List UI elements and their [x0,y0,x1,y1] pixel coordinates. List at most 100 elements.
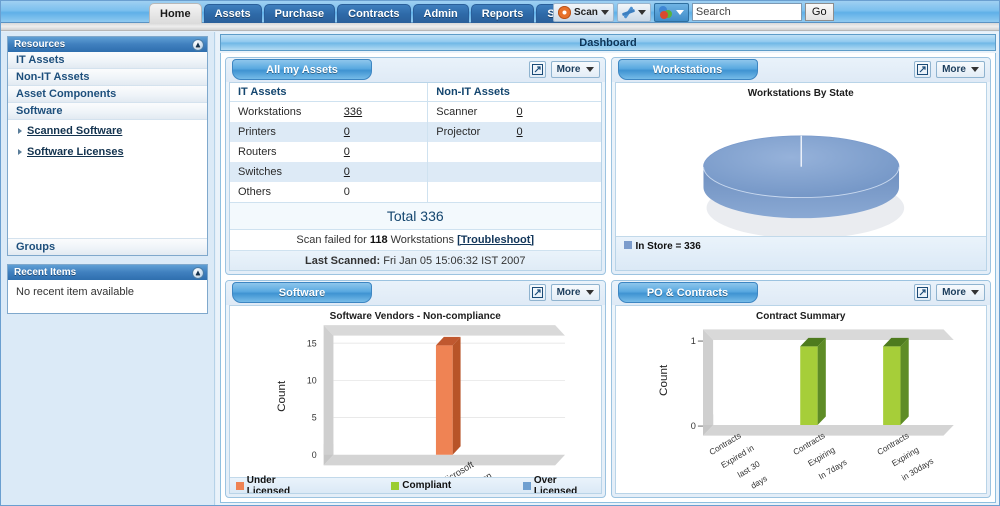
sidebar-item-software[interactable]: Software [8,103,207,120]
row-value: 336 [336,102,428,122]
collapse-icon[interactable]: ▲ [192,267,204,279]
svg-text:0: 0 [312,450,317,460]
chevron-down-icon [971,67,979,72]
last-scanned-value: Fri Jan 05 15:06:32 IST 2007 [383,255,525,267]
sidebar-item-label: IT Assets [16,54,65,66]
sidebar-item-it-assets[interactable]: IT Assets [8,52,207,69]
row-value [509,162,601,182]
legend-swatch [624,241,632,249]
scan-failed-row: Scan failed for 118 Workstations [Troubl… [230,230,601,251]
sidebar-item-label: Non-IT Assets [16,71,90,83]
last-scanned-label: Last Scanned: [305,255,380,267]
row-label: Others [230,182,336,202]
collapse-icon[interactable]: ▲ [192,39,204,51]
panel-po-contracts: PO & Contracts More [611,280,992,498]
popout-button[interactable] [529,284,546,301]
row-value: 0 [336,162,428,182]
chart-workstations-by-state: Workstations By State [616,83,987,270]
bar-chart-svg: 15 10 5 0 Count Microsoft [230,306,601,493]
row-value: 0 [336,182,428,202]
dashboard-body: All my Assets More [220,53,996,503]
left-sidebar: Resources ▲ IT Assets Non-IT Assets Asse… [1,32,215,505]
chevron-down-icon [601,10,609,15]
row-value: 0 [336,122,428,142]
tools-button[interactable] [617,3,651,22]
row-value-link[interactable]: 336 [344,106,362,118]
svg-text:days: days [748,473,768,491]
chart-software-vendors-noncompliance: Software Vendors - Non-compliance [230,306,601,493]
panel-title-software[interactable]: Software [232,282,372,303]
sidebar-item-groups[interactable]: Groups [8,238,207,255]
popout-icon [532,287,543,298]
search-input[interactable]: Search [692,3,802,21]
panel-title-label: PO & Contracts [647,287,728,299]
panel-title-po-contracts[interactable]: PO & Contracts [618,282,758,303]
panel-all-my-assets: All my Assets More [225,57,606,275]
table-row: Others 0 [230,182,601,202]
recent-items-title: Recent Items [14,267,76,278]
panel-header: Workstations More [612,58,991,82]
chevron-right-icon [18,128,22,134]
row-value-link[interactable]: 0 [517,106,523,118]
col-it-assets: IT Assets [230,83,428,102]
tab-home[interactable]: Home [149,3,202,23]
main-content: Dashboard All my Assets [216,32,999,505]
resources-portlet-header: Resources ▲ [8,37,207,52]
panel-title-label: Software [279,287,325,299]
sidebar-subitem-scanned-software[interactable]: Scanned Software [8,120,207,141]
chevron-down-icon [676,10,684,15]
tab-contracts[interactable]: Contracts [337,4,410,23]
row-label [428,182,509,202]
more-button[interactable]: More [936,61,985,78]
panel-content: Contract Summary 1 0 [615,305,988,494]
tab-assets[interactable]: Assets [204,4,262,23]
troubleshoot-link[interactable]: [Troubleshoot] [457,234,534,246]
popout-button[interactable] [529,61,546,78]
row-label: Switches [230,162,336,182]
row-value-link[interactable]: 0 [344,146,350,158]
scan-button[interactable]: Scan [553,3,614,22]
sidebar-item-label: Software [16,105,62,117]
search-go-button[interactable]: Go [805,3,834,21]
row-value-link[interactable]: 0 [517,126,523,138]
row-value [509,182,601,202]
chevron-down-icon [638,10,646,15]
tab-admin[interactable]: Admin [413,4,469,23]
sidebar-subitem-software-licenses[interactable]: Software Licenses [8,141,207,162]
tab-reports[interactable]: Reports [471,4,535,23]
legend-item-compliant: Compliant [391,480,451,491]
sidebar-item-asset-components[interactable]: Asset Components [8,86,207,103]
panel-content: Software Vendors - Non-compliance [229,305,602,494]
table-row: Routers 0 [230,142,601,162]
legend-label: Under Licensed [247,475,320,495]
chevron-right-icon [18,149,22,155]
panel-header: All my Assets More [226,58,605,82]
scan-button-label: Scan [574,7,598,18]
panel-actions: More [914,284,985,301]
modules-button[interactable] [654,3,689,22]
row-value-link[interactable]: 0 [344,126,350,138]
svg-text:Count: Count [277,380,289,412]
sidebar-item-non-it-assets[interactable]: Non-IT Assets [8,69,207,86]
more-button[interactable]: More [551,61,600,78]
tab-purchase[interactable]: Purchase [264,4,336,23]
sidebar-subitem-label: Scanned Software [27,125,122,137]
more-button[interactable]: More [551,284,600,301]
panel-title-all-my-assets[interactable]: All my Assets [232,59,372,80]
top-toolbar: Scan Search Go [553,2,834,22]
row-value: 0 [509,102,601,122]
main-tabs: Home Assets Purchase Contracts Admin Rep… [149,1,600,23]
popout-icon [917,287,928,298]
row-label [428,162,509,182]
tab-purchase-label: Purchase [275,8,325,20]
row-value-link[interactable]: 0 [344,166,350,178]
popout-button[interactable] [914,61,931,78]
chevron-down-icon [586,67,594,72]
popout-button[interactable] [914,284,931,301]
page-title: Dashboard [220,34,996,51]
popout-icon [532,64,543,75]
more-button[interactable]: More [936,284,985,301]
panel-title-workstations[interactable]: Workstations [618,59,758,80]
modules-icon [659,6,673,19]
chart-legend: In Store = 336 [616,236,987,270]
